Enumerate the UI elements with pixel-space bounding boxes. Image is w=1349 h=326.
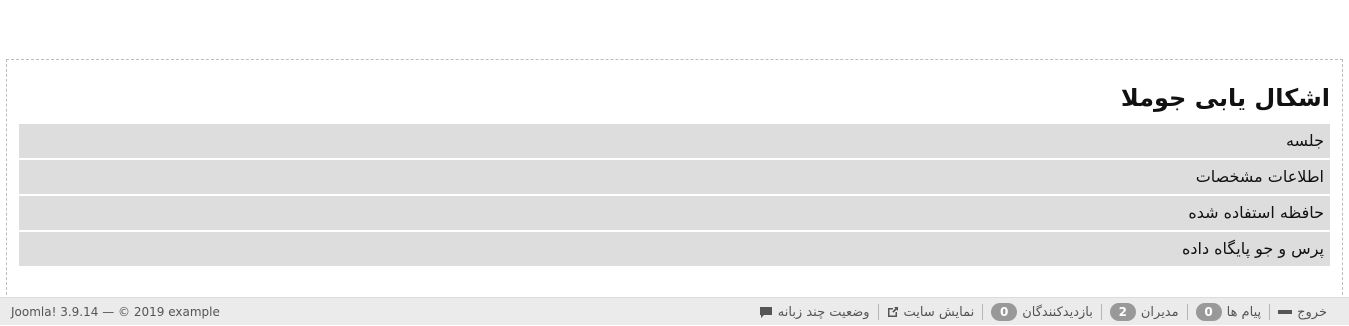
debug-section-session[interactable]: جلسه (19, 124, 1330, 158)
messages-link[interactable]: 0 پیام ها (1188, 303, 1270, 321)
debug-section-queries[interactable]: پرس و جو پایگاه داده (19, 232, 1330, 266)
copyright-text: Joomla! 3.9.14 — © 2019 example (11, 305, 220, 319)
visitors-link[interactable]: 0 بازدیدکنندگان (983, 303, 1101, 321)
debug-section-list: جلسه اطلاعات مشخصات حافظه استفاده شده پر… (19, 124, 1330, 268)
messages-count-badge: 0 (1195, 303, 1222, 321)
external-link-icon (887, 306, 899, 318)
status-bar: وضعیت چند زبانه نمایش سایت 0 بازدیدکنندگ… (0, 297, 1349, 325)
status-items: وضعیت چند زبانه نمایش سایت 0 بازدیدکنندگ… (751, 298, 1335, 326)
debug-title: اشکال یابی جوملا (1120, 84, 1330, 112)
admins-label: مدیران (1140, 304, 1179, 320)
multilingual-status-label: وضعیت چند زبانه (777, 304, 870, 320)
status-divider (877, 304, 879, 320)
status-divider (1100, 304, 1102, 320)
status-divider (1269, 304, 1271, 320)
minus-icon (1278, 309, 1293, 315)
multilingual-status-link[interactable]: وضعیت چند زبانه (751, 305, 878, 320)
debug-panel: اشکال یابی جوملا جلسه اطلاعات مشخصات حاف… (6, 59, 1343, 295)
view-site-label: نمایش سایت (903, 304, 975, 320)
logout-label: خروج (1297, 304, 1327, 320)
debug-section-profile[interactable]: اطلاعات مشخصات (19, 160, 1330, 194)
messages-label: پیام ها (1226, 304, 1262, 320)
debug-section-memory[interactable]: حافظه استفاده شده (19, 196, 1330, 230)
visitors-count-badge: 0 (991, 303, 1018, 321)
admins-count-badge: 2 (1109, 303, 1136, 321)
view-site-link[interactable]: نمایش سایت (879, 305, 983, 320)
comment-icon (759, 306, 773, 319)
status-divider (982, 304, 984, 320)
visitors-label: بازدیدکنندگان (1022, 304, 1093, 320)
status-divider (1186, 304, 1188, 320)
logout-link[interactable]: خروج (1270, 305, 1335, 320)
admins-link[interactable]: 2 مدیران (1102, 303, 1187, 321)
